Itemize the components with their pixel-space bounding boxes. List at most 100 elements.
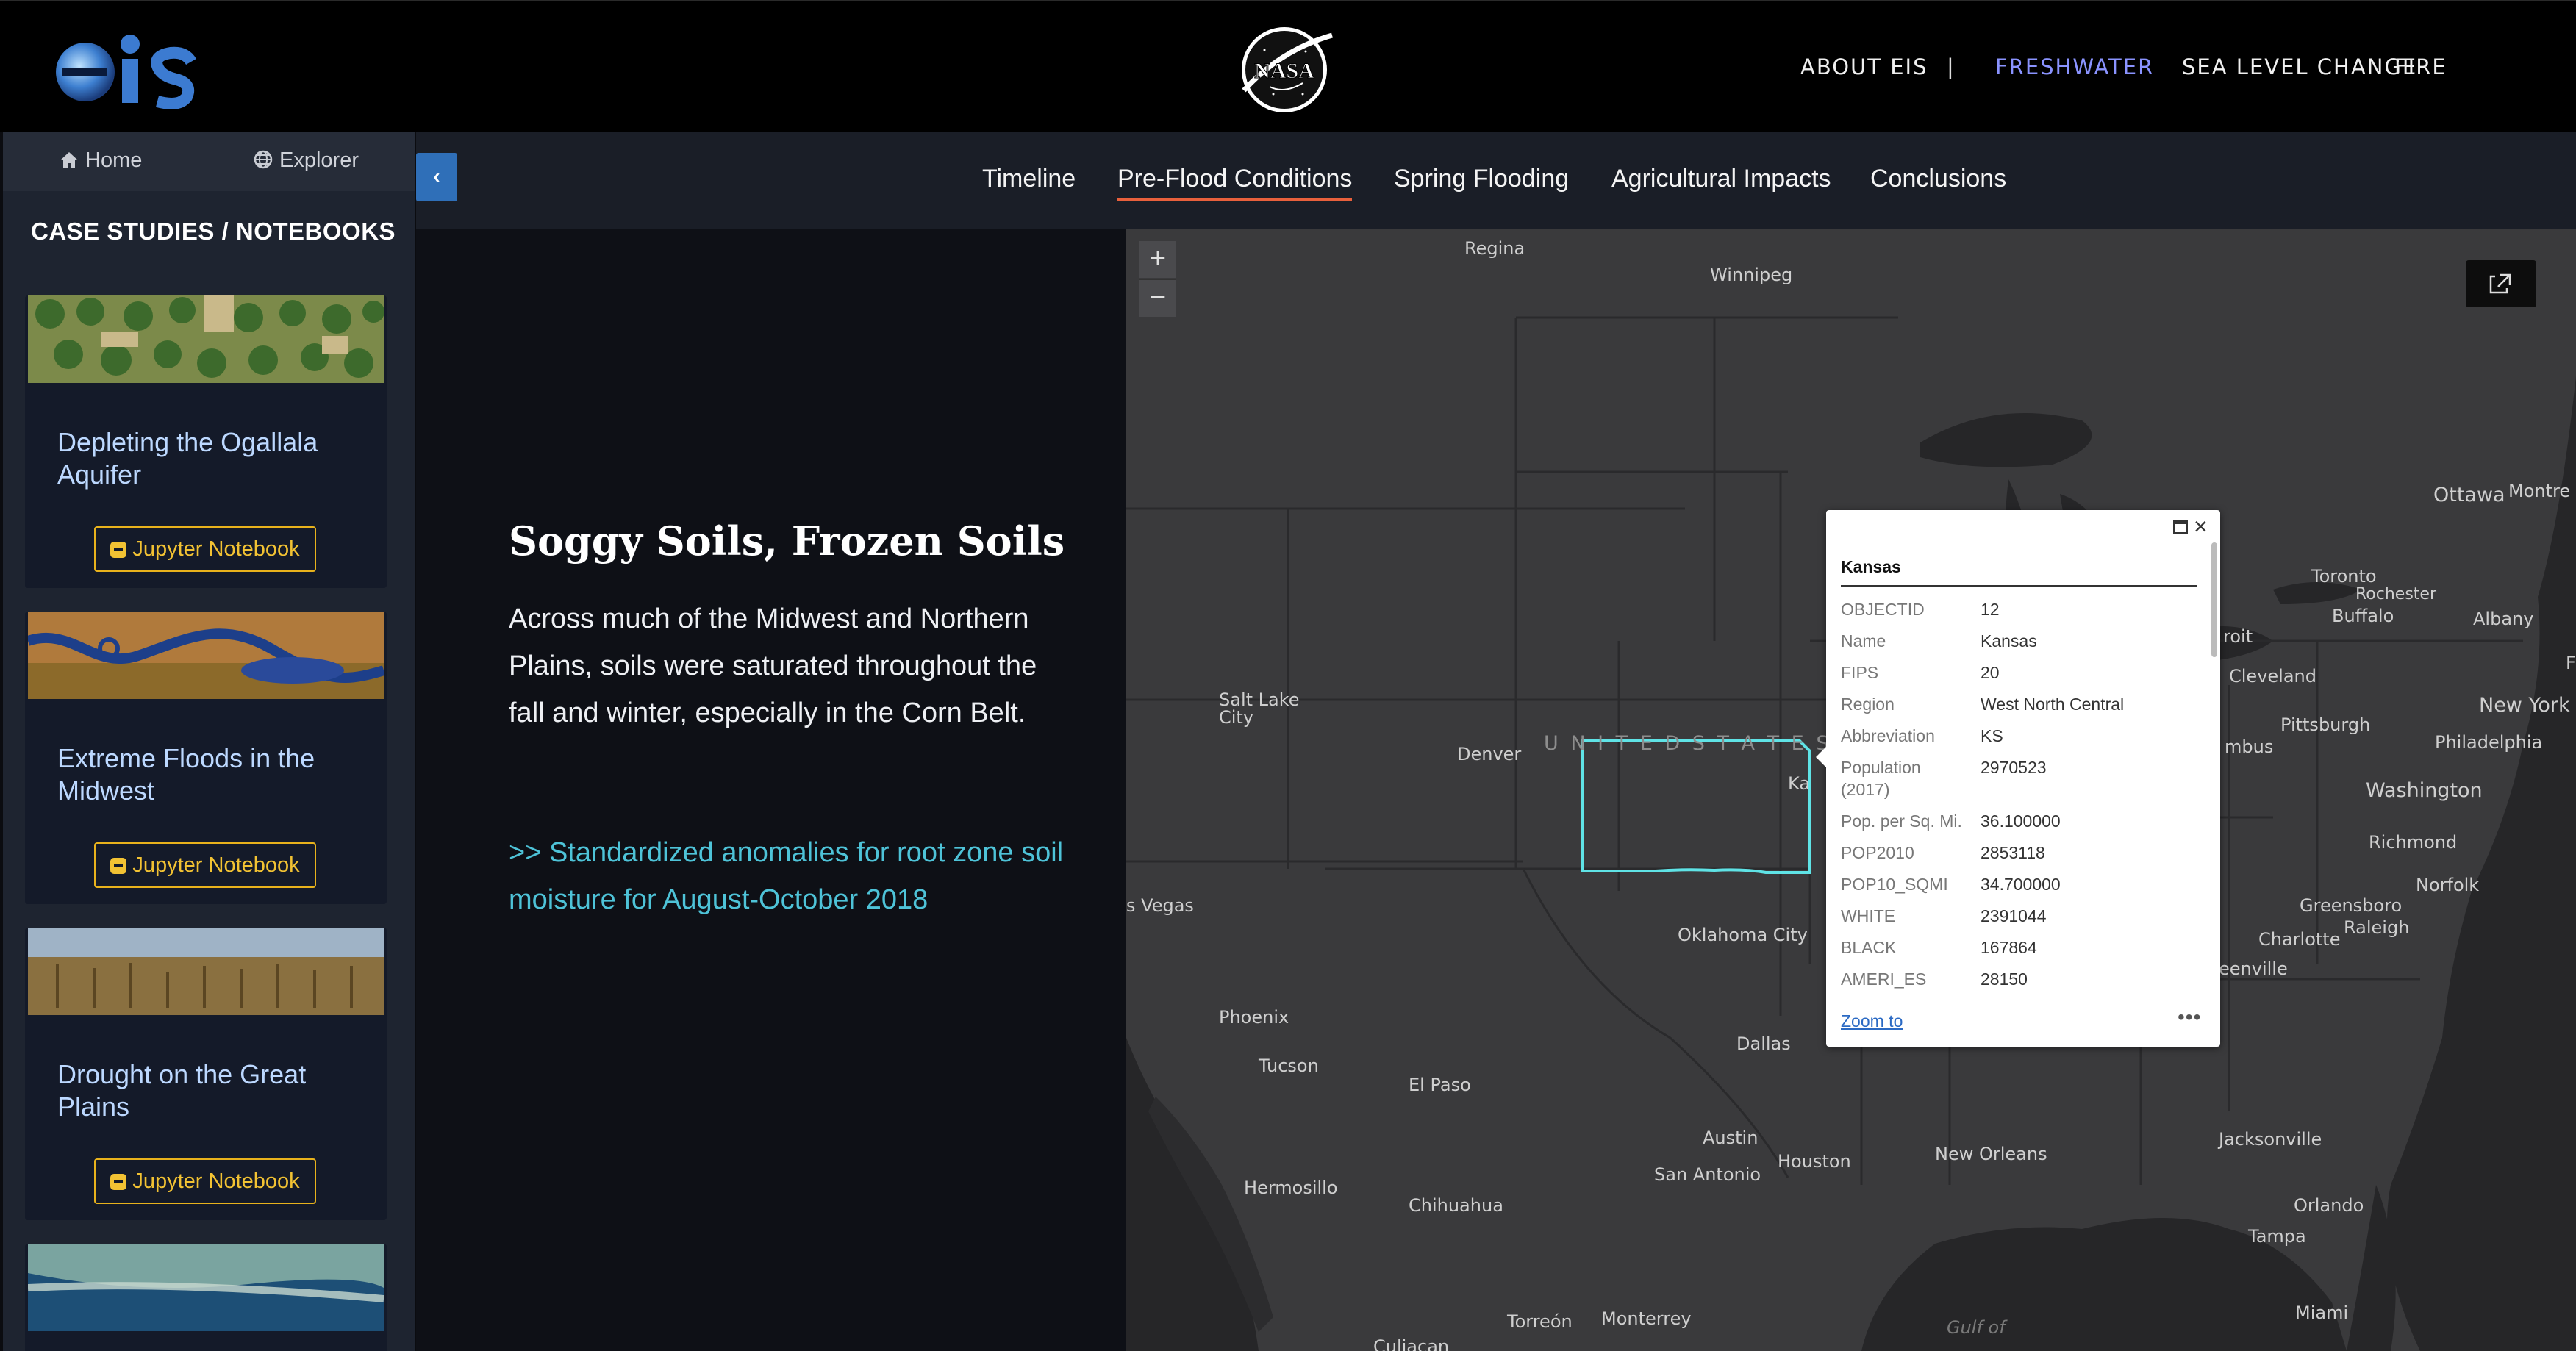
close-icon[interactable]: × (2194, 513, 2208, 540)
map-label: Cleveland (2229, 666, 2316, 687)
home-icon (60, 152, 78, 168)
map-label: Gulf of (1947, 1317, 2006, 1338)
globe-icon (254, 150, 273, 169)
dock-icon[interactable] (2173, 520, 2188, 534)
jupyter-notebook-button[interactable]: Jupyter Notebook (94, 526, 316, 572)
tab-conclusions[interactable]: Conclusions (1870, 165, 2006, 193)
popup-attributes[interactable]: OBJECTID 12 Name Kansas FIPS 20 Region West Nor… (1841, 598, 2201, 997)
map-label: eenville (2219, 958, 2288, 979)
nav-sea-level-change[interactable]: SEA LEVEL CHANGE (2182, 54, 2417, 79)
popup-attribute-row: Pop. per Sq. Mi. 36.100000 (1841, 810, 2201, 832)
map-label: El Paso (1409, 1075, 1471, 1095)
sidebar-tab-home-label: Home (85, 148, 143, 172)
map-label: Norfolk (2416, 875, 2480, 895)
attribute-value: 20 (1981, 663, 2000, 682)
more-actions-icon[interactable]: ••• (2178, 1006, 2201, 1029)
attribute-value: 12 (1981, 600, 2000, 619)
tab-timeline[interactable]: Timeline (982, 165, 1076, 193)
story-nav: Timeline Pre-Flood Conditions Spring Flo… (416, 132, 2576, 229)
map-label: Miami (2295, 1302, 2349, 1323)
attribute-key: Name (1841, 631, 1886, 651)
case-study-card[interactable]: Drought on the Great Plains Jupyter Note… (25, 928, 387, 1220)
expand-map-button[interactable] (2466, 260, 2536, 307)
map-label: Orlando (2294, 1195, 2364, 1216)
nav-about-eis[interactable]: ABOUT EIS (1800, 54, 1928, 79)
map-label: Ottawa (2433, 484, 2505, 506)
map-label: Toronto (2311, 566, 2377, 587)
python-icon (110, 1174, 127, 1190)
map-label: Phoenix (1219, 1007, 1289, 1028)
popup-attribute-row: Name Kansas (1841, 630, 2201, 652)
card-thumbnail-fields (28, 295, 384, 383)
map-label: Buffalo (2332, 606, 2394, 626)
python-icon (110, 542, 127, 558)
map-view[interactable]: Regina Winnipeg Ottawa Montre Toronto Ro… (1126, 229, 2576, 1351)
card-title[interactable]: Drought on the Great Plains (57, 1058, 366, 1123)
jupyter-notebook-button[interactable]: Jupyter Notebook (94, 842, 316, 888)
attribute-key: FIPS (1841, 663, 1879, 682)
attribute-value: 36.100000 (1981, 811, 2061, 831)
map-label: roit (2223, 626, 2253, 647)
map-label: Hermosillo (1244, 1178, 1338, 1198)
map-label: San Antonio (1654, 1164, 1761, 1185)
popup-attribute-row: AMERI_ES 28150 (1841, 968, 2201, 990)
attribute-value: 2391044 (1981, 906, 2047, 925)
story-link[interactable]: >> Standardized anomalies for root zone … (509, 829, 1067, 923)
attribute-value: 34.700000 (1981, 875, 2061, 894)
nav-fire[interactable]: FIRE (2394, 54, 2447, 79)
nasa-logo[interactable]: NASA (1229, 21, 1339, 116)
map-label: New York (2479, 694, 2570, 717)
map-label: Winnipeg (1710, 265, 1793, 285)
popup-divider (1841, 585, 2197, 587)
jupyter-notebook-label: Jupyter Notebook (132, 1169, 300, 1193)
map-label: Denver (1457, 744, 1522, 764)
popup-attribute-row: POP10_SQMI 34.700000 (1841, 873, 2201, 895)
top-header: NASA ABOUT EIS | FRESHWATER SEA LEVEL CH… (0, 0, 2576, 132)
story-panel: Soggy Soils, Frozen Soils Across much of… (416, 229, 1126, 1351)
svg-text:NASA: NASA (1254, 59, 1314, 83)
popup-pointer (1816, 747, 1826, 767)
popup-attribute-row: POP2010 2853118 (1841, 842, 2201, 864)
tab-spring-flooding[interactable]: Spring Flooding (1394, 165, 1569, 193)
map-label: Torreón (1507, 1311, 1573, 1332)
case-study-card[interactable]: Extreme Floods in the Midwest Jupyter No… (25, 612, 387, 904)
eis-logo[interactable] (51, 26, 206, 110)
collapse-sidebar-button[interactable]: ‹ (416, 153, 457, 201)
map-label: mbus (2225, 737, 2274, 757)
attribute-key: OBJECTID (1841, 600, 1925, 619)
chevron-left-icon: ‹ (433, 165, 440, 187)
popup-scrollbar[interactable] (2211, 542, 2217, 657)
jupyter-notebook-button[interactable]: Jupyter Notebook (94, 1158, 316, 1204)
sidebar-tab-home[interactable]: Home (59, 148, 142, 173)
zoom-out-button[interactable]: − (1139, 279, 1176, 317)
tab-pre-flood-conditions[interactable]: Pre-Flood Conditions (1117, 165, 1353, 201)
jupyter-notebook-label: Jupyter Notebook (132, 537, 300, 561)
case-study-card[interactable]: Depleting the Ogallala Aquifer Jupyter N… (25, 295, 387, 588)
sidebar-title: CASE STUDIES / NOTEBOOKS (31, 218, 396, 245)
sidebar-tab-explorer[interactable]: Explorer (253, 148, 359, 173)
map-label: Dallas (1736, 1033, 1791, 1054)
popup-attribute-row: Region West North Central (1841, 693, 2201, 715)
attribute-key: AMERI_ES (1841, 970, 1927, 989)
tab-agricultural-impacts[interactable]: Agricultural Impacts (1611, 165, 1831, 193)
map-label: Washington (2366, 779, 2483, 802)
zoom-in-button[interactable]: + (1139, 241, 1176, 278)
map-label: Regina (1464, 238, 1525, 259)
popup-attribute-row: FIPS 20 (1841, 662, 2201, 684)
nav-freshwater[interactable]: FRESHWATER (1995, 54, 2154, 79)
zoom-to-link[interactable]: Zoom to (1841, 1011, 1903, 1031)
map-label: Philadelphia (2435, 732, 2543, 753)
map-label: U N I T E D S T A T E S (1544, 732, 1832, 755)
map-label: Monterrey (1601, 1308, 1692, 1329)
card-title[interactable]: Extreme Floods in the Midwest (57, 742, 366, 807)
attribute-key: POP10_SQMI (1841, 875, 1948, 894)
map-label: Greensboro (2300, 895, 2403, 916)
popup-attribute-row: WHITE 2391044 (1841, 905, 2201, 927)
card-title[interactable]: Depleting the Ogallala Aquifer (57, 426, 366, 491)
jupyter-notebook-label: Jupyter Notebook (132, 853, 300, 877)
case-study-card[interactable] (25, 1244, 387, 1351)
sidebar: Home Explorer CASE STUDIES / NOTEBOOKS D… (3, 132, 415, 1351)
map-label: Jacksonville (2219, 1129, 2322, 1150)
popup-attribute-row: Abbreviation KS (1841, 725, 2201, 747)
popup-attribute-row: OBJECTID 12 (1841, 598, 2201, 620)
